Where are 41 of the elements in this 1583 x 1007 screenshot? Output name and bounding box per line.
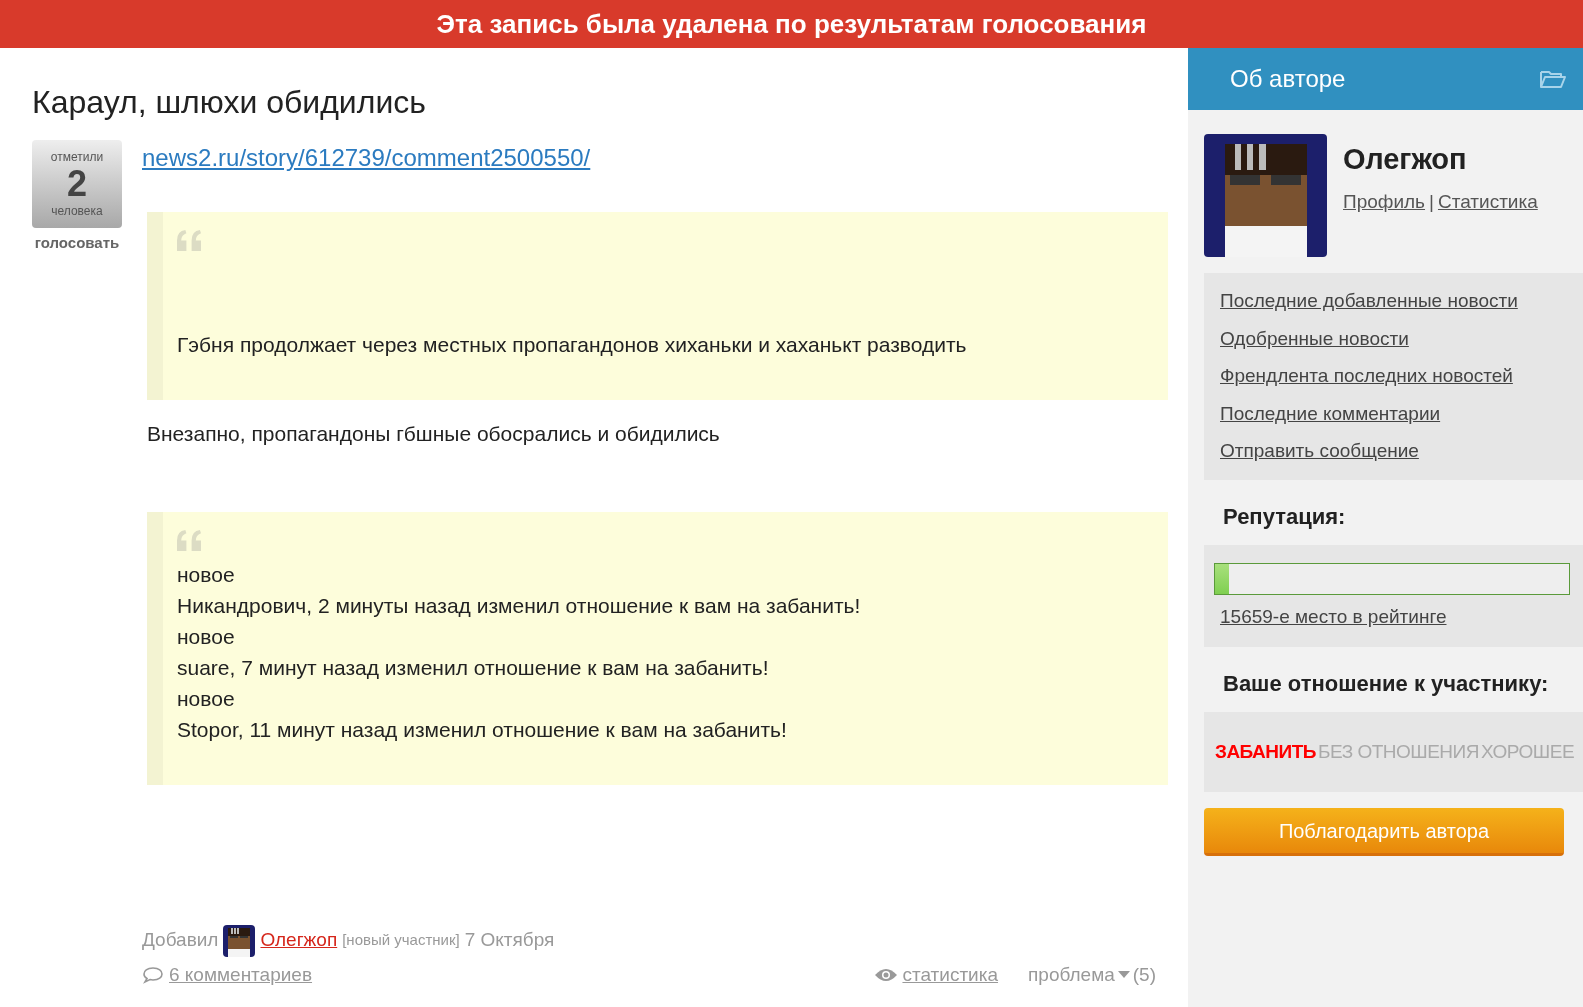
comment-icon — [142, 965, 164, 984]
eye-icon — [874, 966, 899, 983]
post-title: Караул, шлюхи обидились — [32, 83, 427, 122]
quote-text: новое — [177, 685, 236, 712]
vote-link[interactable]: голосовать — [34, 232, 120, 255]
link-separator: | — [1429, 189, 1434, 214]
caret-icon — [1117, 970, 1130, 979]
author-link[interactable]: Олегжоп — [260, 926, 338, 955]
post-date: 7 Октября — [464, 928, 555, 953]
problem-count: (5) — [1132, 962, 1156, 987]
author-status: [новый участник] — [342, 930, 460, 951]
quote-text: новое — [177, 623, 236, 650]
quote-text: новое — [177, 561, 236, 588]
quote-mark-icon — [177, 529, 201, 551]
added-by-label: Добавил — [142, 928, 219, 953]
comments-link[interactable]: 6 комментариев — [169, 960, 313, 989]
author-avatar — [223, 924, 256, 957]
deleted-banner: Эта запись была удалена по результатам голосования — [0, 0, 1583, 48]
statistics-link[interactable]: Статистика — [1437, 187, 1538, 216]
story-link[interactable]: news2.ru/story/612739/comment2500550/ — [142, 140, 591, 176]
sidebar-title: Об авторе — [1230, 64, 1346, 94]
author-menu-link[interactable]: Последние добавленные новости — [1220, 287, 1518, 316]
author-menu-link[interactable]: Отправить сообщение — [1220, 437, 1419, 466]
rating-link[interactable]: 15659-е место в рейтинге — [1220, 602, 1447, 631]
quote-mark-icon — [177, 230, 201, 251]
author-menu-link[interactable]: Одобренные новости — [1220, 324, 1409, 353]
profile-link[interactable]: Профиль — [1343, 187, 1426, 216]
quote-text: Никандрович, 2 минуты назад изменил отношение к вам на забанить! — [177, 592, 862, 619]
quote-text: Гэбня продолжает через местных пропагандонов хиханьки и хаханькт разводить — [177, 332, 968, 358]
vote-counter: отметили 2 человека — [32, 140, 122, 228]
statistics-link[interactable]: статистика — [902, 960, 999, 989]
reputation-heading: Репутация: — [1223, 502, 1347, 531]
author-name: Олегжоп — [1343, 142, 1468, 177]
relation-heading: Ваше отношение к участнику: — [1223, 670, 1550, 698]
quote-text: suare, 7 минут назад изменил отношение к вам на забанить! — [177, 654, 770, 681]
quote-text: Stopor, 11 минут назад изменил отношение к вам на забанить! — [177, 716, 788, 743]
post-text: Внезапно, пропагандоны гбшные обосрались и обидились — [147, 421, 721, 447]
author-menu-link[interactable]: Френдлента последних новостей — [1220, 362, 1513, 391]
folder-icon[interactable] — [1539, 68, 1567, 90]
author-menu-link[interactable]: Последние комментарии — [1220, 399, 1441, 428]
relation-option[interactable]: ЗАБАНИТЬ — [1215, 737, 1316, 767]
